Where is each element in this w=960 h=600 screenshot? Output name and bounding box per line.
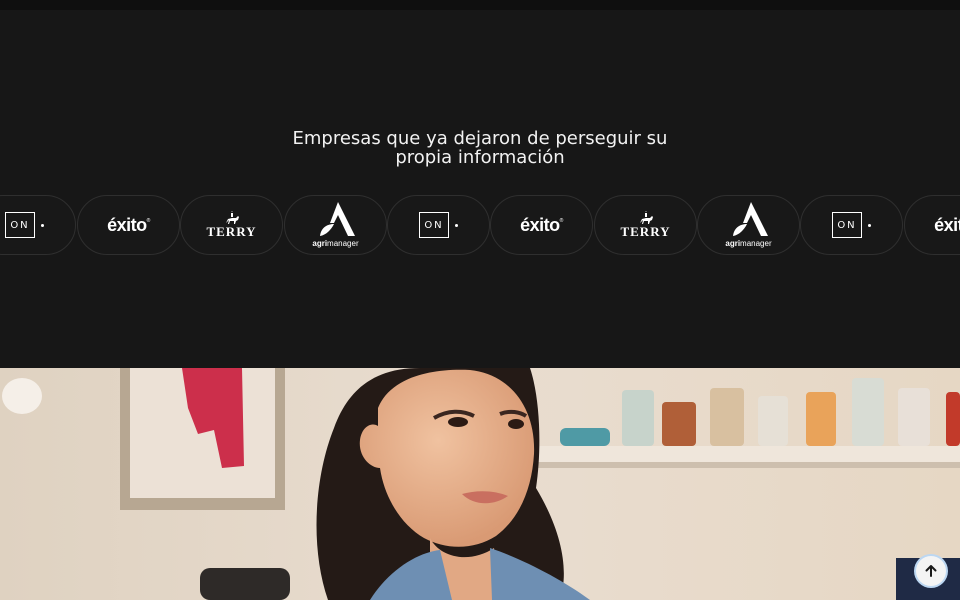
agri-logo-text-rest: manager (327, 239, 359, 248)
logo-pill-terry[interactable]: TERRY (594, 195, 697, 255)
on-logo: ON (419, 212, 458, 238)
exito-logo-text: éxito (934, 214, 960, 235)
logo-pill-on[interactable]: ON (800, 195, 903, 255)
hero-photo (0, 368, 960, 600)
terry-logo-text: TERRY (206, 223, 257, 239)
on-logo-text: ON (424, 219, 444, 231)
logo-carousel: ON éxito® TERRY agrimanager ON éxito® TE… (0, 195, 960, 255)
horse-rider-icon (225, 210, 239, 224)
exito-logo: éxito® (107, 214, 150, 235)
agrimanager-a-icon (732, 202, 768, 236)
on-logo: ON (832, 212, 871, 238)
terry-logo: TERRY (206, 210, 257, 240)
logo-pill-exito[interactable]: éxito® (490, 195, 593, 255)
on-logo: ON (5, 212, 44, 238)
on-logo-text: ON (837, 219, 857, 231)
agrimanager-a-icon (319, 202, 355, 236)
exito-logo: éxito® (520, 214, 563, 235)
heading-line-2: propia información (395, 146, 565, 168)
logo-pill-on[interactable]: ON (387, 195, 490, 255)
clients-heading: Empresas que ya dejaron de perseguir su … (0, 129, 960, 167)
exito-logo: éxito® (934, 215, 960, 236)
exito-logo-text: éxito (107, 214, 147, 235)
agri-logo-text-rest: manager (740, 239, 772, 248)
agrimanager-logo: agrimanager (725, 202, 772, 248)
logo-pill-agrimanager[interactable]: agrimanager (697, 195, 800, 255)
logo-pill-terry[interactable]: TERRY (180, 195, 283, 255)
logo-pill-exito[interactable]: éxito® (77, 195, 180, 255)
exito-logo-text: éxito (520, 214, 560, 235)
on-logo-text: ON (10, 219, 30, 231)
heading-line-1: Empresas que ya dejaron de perseguir su (292, 127, 668, 149)
agri-logo-text-bold: agri (725, 239, 741, 248)
scroll-to-top-button[interactable] (916, 556, 946, 586)
logo-pill-exito[interactable]: éxito® (904, 195, 960, 255)
woman-cafe-photo (0, 368, 960, 600)
agri-logo-text-bold: agri (312, 239, 328, 248)
arrow-up-icon (925, 565, 937, 577)
logo-pill-agrimanager[interactable]: agrimanager (284, 195, 387, 255)
horse-rider-icon (639, 210, 653, 224)
terry-logo: TERRY (620, 210, 671, 240)
top-bar (0, 0, 960, 10)
clients-section: Empresas que ya dejaron de perseguir su … (0, 10, 960, 368)
logo-pill-on[interactable]: ON (0, 195, 76, 255)
terry-logo-text: TERRY (620, 223, 671, 239)
agrimanager-logo: agrimanager (312, 202, 359, 248)
